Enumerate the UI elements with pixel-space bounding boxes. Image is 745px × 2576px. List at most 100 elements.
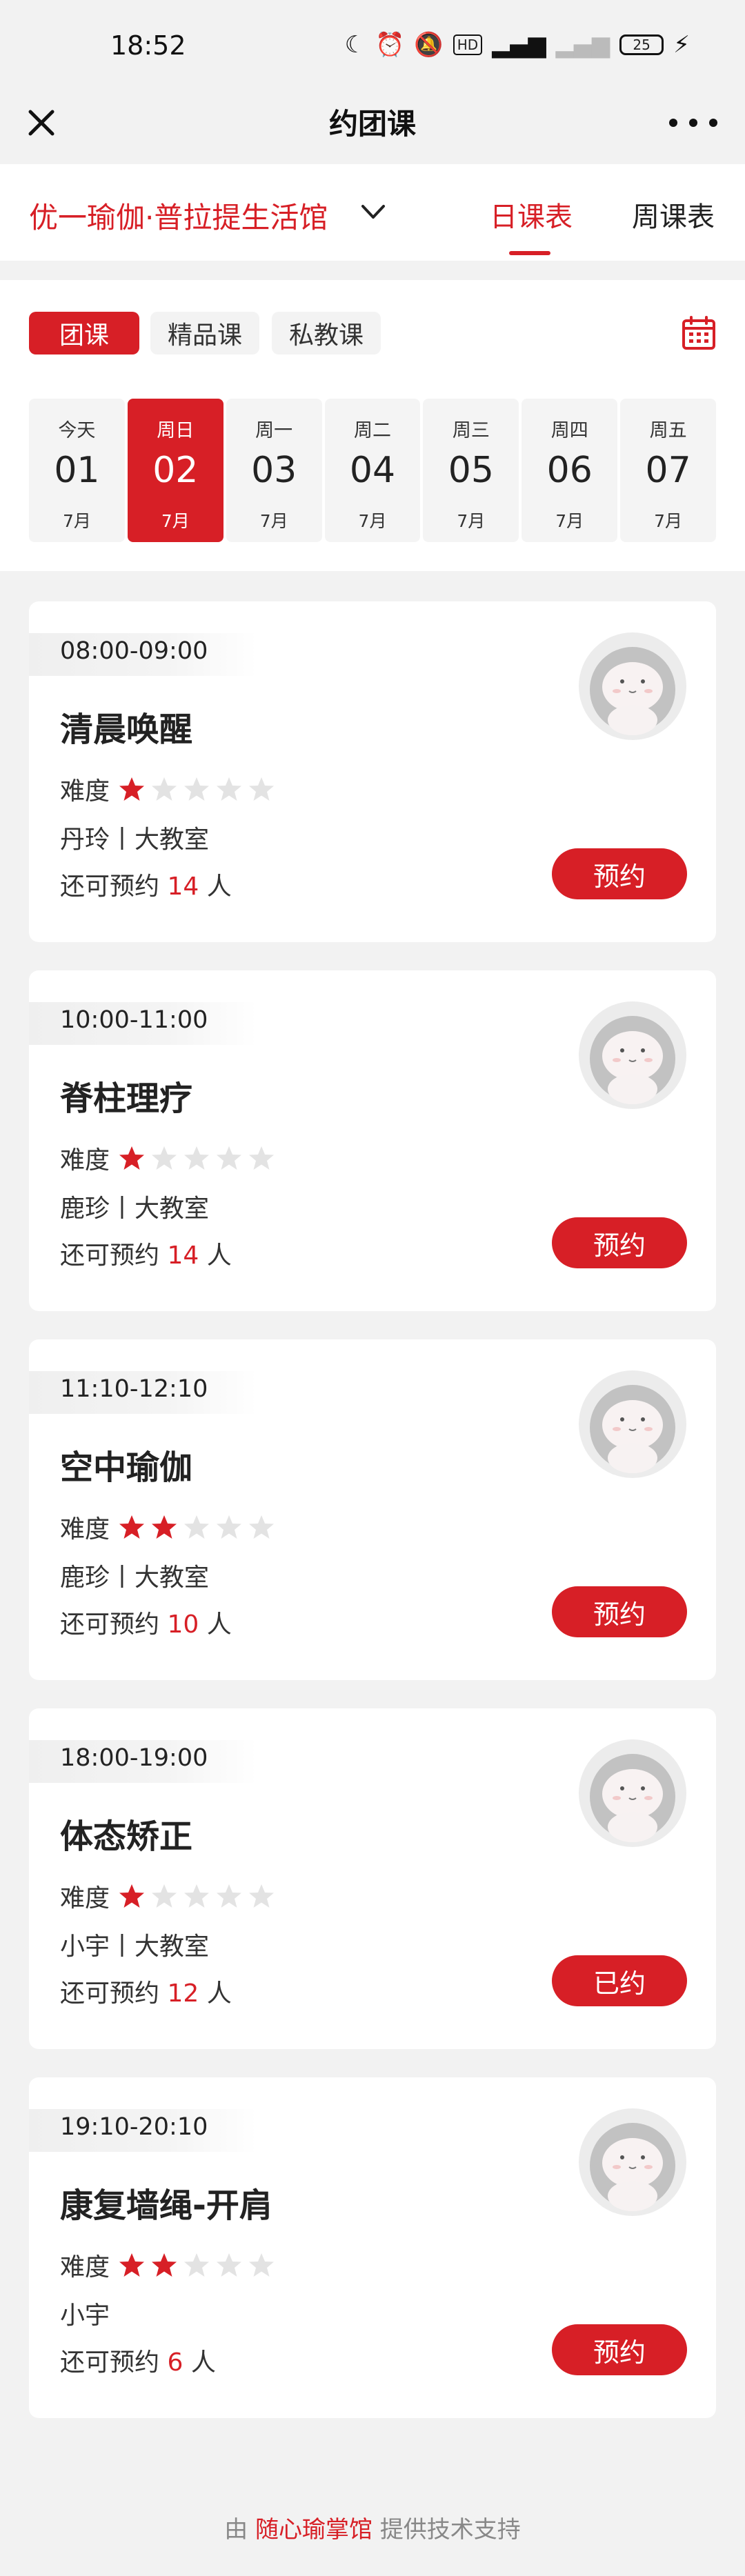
star-empty-icon: [217, 1515, 242, 1539]
difficulty-label: 难度: [60, 1515, 110, 1544]
class-card: 11:10-12:10 空中瑜伽 难度 鹿珍丨大教室 还可预约 10 人 预约: [29, 1339, 716, 1680]
difficulty-row: 难度: [60, 774, 280, 806]
class-time: 10:00-11:00: [60, 1006, 208, 1034]
date-weekday: 周二: [354, 420, 391, 441]
date-month: 7月: [457, 511, 486, 531]
availability-suffix: 人: [206, 1979, 232, 2008]
class-name: 体态矫正: [60, 1817, 193, 1856]
signal-2-icon: ▂▄▆: [555, 31, 610, 59]
book-button[interactable]: 预约: [552, 1217, 687, 1268]
availability-prefix: 还可预约: [60, 1241, 160, 1270]
star-filled-icon: [119, 1146, 145, 1170]
availability-count: 6: [167, 2348, 183, 2377]
status-icons: ☾ ⏰ 🔕 HD ▂▄▆ ▂▄▆ 25 ⚡: [345, 30, 690, 59]
avatar: [579, 2108, 686, 2216]
difficulty-label: 难度: [60, 777, 110, 806]
calendar-icon[interactable]: [680, 314, 717, 352]
more-icon[interactable]: [669, 102, 717, 143]
date-strip: 今天 01 7月 周日 02 7月 周一 03 7月 周二 04 7月 周三 05 7月 周四 06 7…: [29, 399, 717, 542]
chip-premium-class[interactable]: 精品课: [150, 312, 259, 355]
difficulty-row: 难度: [60, 1512, 280, 1544]
date-month: 7月: [62, 511, 91, 531]
footer: 由 随心瑜掌馆 提供技术支持: [0, 2510, 745, 2544]
chip-private-class[interactable]: 私教课: [272, 312, 381, 355]
date-month: 7月: [654, 511, 683, 531]
date-weekday: 周日: [157, 420, 195, 441]
class-name: 康复墙绳-开肩: [60, 2186, 272, 2225]
date-cell-selected[interactable]: 周日 02 7月: [127, 399, 223, 542]
date-cell[interactable]: 今天 01 7月: [29, 399, 125, 542]
book-button[interactable]: 预约: [552, 1586, 687, 1637]
battery-level: 25: [633, 37, 650, 53]
chip-group-class[interactable]: 团课: [29, 312, 139, 355]
star-empty-icon: [152, 1146, 177, 1170]
availability-suffix: 人: [190, 2348, 216, 2377]
class-card: 18:00-19:00 体态矫正 难度 小宇丨大教室 还可预约 12 人 已约: [29, 1708, 716, 2049]
star-filled-icon: [119, 1884, 145, 1908]
charging-icon: ⚡: [673, 31, 690, 59]
star-empty-icon: [184, 2253, 210, 2277]
date-month: 7月: [358, 511, 387, 531]
alarm-icon: ⏰: [375, 31, 405, 59]
star-filled-icon: [152, 2253, 177, 2277]
nav-bar: 约团课: [0, 83, 745, 164]
hd-icon: HD: [453, 34, 483, 55]
date-month: 7月: [555, 511, 584, 531]
date-month: 7月: [259, 511, 288, 531]
availability: 还可预约 14 人: [60, 1235, 232, 1271]
chevron-down-icon[interactable]: [359, 197, 388, 226]
star-empty-icon: [249, 777, 275, 801]
page-title: 约团课: [328, 107, 416, 141]
tab-week-schedule[interactable]: 周课表: [632, 194, 715, 234]
difficulty-stars: [118, 2251, 280, 2279]
difficulty-row: 难度: [60, 2250, 280, 2282]
signal-icon: ▂▄▆: [492, 31, 546, 59]
star-filled-icon: [152, 1515, 177, 1539]
difficulty-row: 难度: [60, 1143, 280, 1175]
filter-panel: 团课 精品课 私教课 今天 01 7月 周日 02 7月 周一 03 7月 周二 04 7月 周…: [0, 280, 745, 571]
footer-brand-link[interactable]: 随心瑜掌馆: [255, 2516, 372, 2544]
active-tab-indicator: [509, 251, 550, 255]
book-button[interactable]: 已约: [552, 1955, 687, 2006]
class-time: 08:00-09:00: [60, 637, 208, 665]
footer-prefix: 由: [224, 2516, 248, 2544]
date-cell[interactable]: 周四 06 7月: [522, 399, 618, 542]
date-weekday: 周五: [649, 420, 687, 441]
star-empty-icon: [152, 1884, 177, 1908]
date-cell[interactable]: 周二 04 7月: [324, 399, 421, 542]
date-day: 01: [54, 450, 100, 491]
footer-suffix: 提供技术支持: [379, 2516, 521, 2544]
availability-count: 14: [167, 1241, 199, 1270]
book-button[interactable]: 预约: [552, 848, 687, 899]
store-selector[interactable]: 优一瑜伽·普拉提生活馆: [29, 194, 328, 237]
class-card: 10:00-11:00 脊柱理疗 难度 鹿珍丨大教室 还可预约 14 人 预约: [29, 970, 716, 1311]
availability-count: 10: [167, 1610, 199, 1639]
availability-prefix: 还可预约: [60, 1610, 160, 1639]
date-cell[interactable]: 周五 07 7月: [620, 399, 717, 542]
difficulty-stars: [118, 1144, 280, 1172]
star-filled-icon: [119, 2253, 145, 2277]
star-filled-icon: [119, 777, 145, 801]
availability-suffix: 人: [206, 872, 232, 901]
availability-count: 12: [167, 1979, 199, 2008]
difficulty-stars: [118, 1882, 280, 1910]
star-empty-icon: [249, 1146, 275, 1170]
star-empty-icon: [152, 777, 177, 801]
class-card: 19:10-20:10 康复墙绳-开肩 难度 小宇 还可预约 6 人 预约: [29, 2077, 716, 2418]
class-time: 11:10-12:10: [60, 1375, 208, 1403]
date-weekday: 周一: [255, 420, 293, 441]
date-day: 04: [349, 450, 396, 491]
tab-day-schedule[interactable]: 日课表: [490, 194, 573, 234]
availability-count: 14: [167, 872, 199, 901]
book-button[interactable]: 预约: [552, 2324, 687, 2375]
date-cell[interactable]: 周一 03 7月: [226, 399, 322, 542]
availability: 还可预约 14 人: [60, 866, 232, 902]
star-empty-icon: [217, 1146, 242, 1170]
teacher-room: 小宇丨大教室: [60, 1933, 210, 1961]
date-day: 06: [546, 450, 593, 491]
difficulty-row: 难度: [60, 1881, 280, 1913]
date-cell[interactable]: 周三 05 7月: [423, 399, 519, 542]
class-time: 18:00-19:00: [60, 1744, 208, 1772]
class-card: 08:00-09:00 清晨唤醒 难度 丹玲丨大教室 还可预约 14 人 预约: [29, 601, 716, 942]
class-name: 空中瑜伽: [60, 1448, 193, 1487]
